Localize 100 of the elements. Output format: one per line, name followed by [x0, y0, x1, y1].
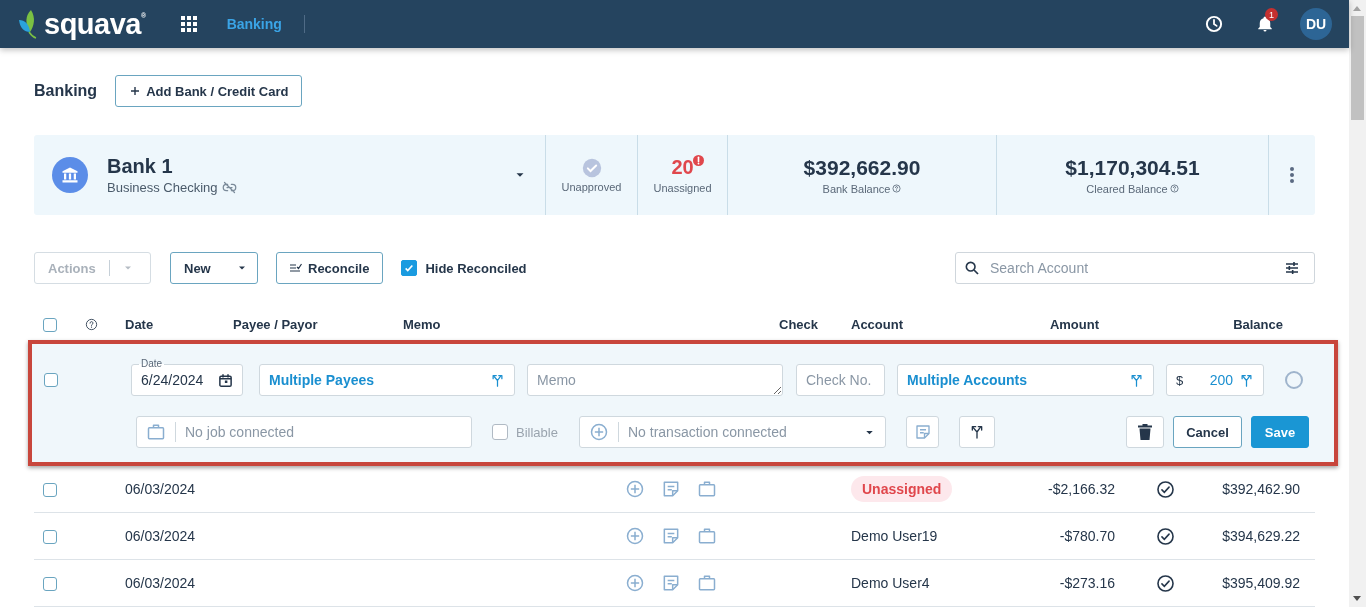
- balance-amount: $1,170,304.51: [1065, 155, 1200, 180]
- checkbox[interactable]: [43, 530, 57, 545]
- briefcase-icon: [146, 422, 166, 442]
- note-button[interactable]: [906, 416, 939, 448]
- note-icon[interactable]: [661, 526, 681, 546]
- briefcase-icon[interactable]: [697, 573, 717, 593]
- search-input[interactable]: Search Account: [988, 259, 1276, 277]
- new-dropdown[interactable]: New: [170, 252, 258, 284]
- amount-field[interactable]: $ 200: [1166, 364, 1264, 396]
- split-icon[interactable]: [490, 372, 505, 388]
- job-input[interactable]: No job connected: [185, 424, 462, 440]
- hide-reconciled-label: Hide Reconciled: [425, 260, 527, 276]
- help-icon: [1169, 184, 1179, 193]
- scrollbar[interactable]: [1349, 0, 1366, 607]
- add-circle-icon[interactable]: [625, 573, 645, 593]
- user-avatar[interactable]: DU: [1300, 8, 1332, 40]
- plus-icon: [130, 86, 141, 96]
- bank-name: Bank 1: [107, 155, 174, 178]
- transaction-dropdown[interactable]: No transaction connected: [579, 416, 886, 448]
- check-circle-icon[interactable]: [1155, 573, 1175, 593]
- delete-button[interactable]: [1126, 416, 1164, 448]
- calendar-icon[interactable]: [218, 372, 233, 388]
- date-cell: 06/03/2024: [125, 575, 196, 591]
- unassigned-count[interactable]: 20: [671, 156, 694, 178]
- balance-cell: $392,462.90: [1222, 481, 1300, 497]
- stat-label: Unassigned: [653, 182, 712, 194]
- date-cell: 06/03/2024: [125, 481, 196, 497]
- split-button[interactable]: [959, 416, 995, 448]
- alert-icon: [692, 155, 704, 166]
- amount-cell: -$273.16: [1059, 575, 1115, 591]
- checkbox[interactable]: [43, 483, 57, 498]
- column-header: Payee / Payor: [233, 316, 318, 332]
- split-icon: [969, 424, 985, 440]
- search-field[interactable]: Search Account: [955, 252, 1315, 284]
- trash-icon: [1138, 424, 1152, 440]
- column-header: Account: [851, 316, 903, 332]
- unlinked-chain-icon: [221, 180, 237, 195]
- account-type: Business Checking: [107, 180, 218, 195]
- bank-building-icon: [61, 166, 79, 184]
- column-header: Date: [125, 316, 154, 332]
- briefcase-icon[interactable]: [697, 479, 717, 499]
- transaction-input[interactable]: No transaction connected: [628, 424, 863, 440]
- filter-sliders-icon[interactable]: [1284, 260, 1300, 276]
- check-circle-icon[interactable]: [1155, 479, 1175, 499]
- reconcile-icon: [290, 263, 302, 273]
- more-options-icon[interactable]: [1289, 166, 1295, 184]
- stat-label: Bank Balance: [822, 182, 891, 195]
- checkbox[interactable]: [44, 373, 58, 387]
- balance-cell: $395,409.92: [1222, 575, 1300, 591]
- stat-label: Cleared Balance: [1086, 182, 1168, 195]
- banking-nav-link[interactable]: Banking: [226, 15, 305, 33]
- help-icon: [85, 317, 98, 331]
- help-icon: [892, 184, 902, 193]
- add-circle-icon[interactable]: [625, 526, 645, 546]
- date-label: Date: [139, 358, 165, 370]
- add-bank-button[interactable]: Add Bank / Credit Card: [115, 75, 303, 107]
- radio-button[interactable]: [1285, 371, 1303, 389]
- split-icon[interactable]: [1129, 372, 1144, 388]
- plus-circle-icon: [589, 422, 609, 442]
- billable-label: Billable: [516, 424, 558, 440]
- balance-cell: $394,629.22: [1222, 528, 1300, 544]
- memo-field[interactable]: Memo: [527, 364, 783, 396]
- balance-amount: $392,662.90: [803, 155, 921, 180]
- check-circle-icon[interactable]: [1155, 526, 1175, 546]
- search-icon: [964, 260, 980, 276]
- unassigned-tag[interactable]: Unassigned: [851, 476, 953, 502]
- amount-cell: -$780.70: [1059, 528, 1115, 544]
- column-header: Amount: [1049, 316, 1099, 332]
- page-title: Banking: [34, 82, 98, 100]
- date-cell: 06/03/2024: [125, 528, 196, 544]
- column-header: Memo: [403, 316, 441, 332]
- check-number-field[interactable]: Check No.: [796, 364, 885, 396]
- checkbox[interactable]: [492, 424, 508, 440]
- brand-logo-text: squava$^{®}$: [44, 9, 146, 39]
- clock-icon[interactable]: [1205, 15, 1223, 33]
- column-header: Balance: [1233, 316, 1283, 332]
- column-header: Check: [779, 316, 819, 332]
- split-icon[interactable]: [1239, 372, 1254, 388]
- save-button[interactable]: Save: [1251, 416, 1309, 448]
- notification-badge: 1: [1265, 8, 1278, 21]
- payee-field[interactable]: Multiple Payees: [259, 364, 515, 396]
- cancel-button[interactable]: Cancel: [1173, 416, 1242, 448]
- reconcile-button[interactable]: Reconcile: [276, 252, 384, 284]
- note-icon[interactable]: [661, 573, 681, 593]
- add-circle-icon[interactable]: [625, 479, 645, 499]
- account-name: Demo User19: [851, 528, 938, 544]
- approved-check-icon: [581, 157, 602, 178]
- stat-label: Unapproved: [561, 180, 622, 193]
- amount-cell: -$2,166.32: [1048, 481, 1115, 497]
- note-icon: [913, 423, 932, 441]
- apps-grid-icon[interactable]: [180, 16, 197, 32]
- briefcase-icon[interactable]: [697, 526, 717, 546]
- checkbox[interactable]: [43, 577, 57, 592]
- checkbox[interactable]: [401, 260, 418, 276]
- checkbox[interactable]: [43, 317, 57, 332]
- account-field[interactable]: Multiple Accounts: [897, 364, 1154, 396]
- job-field[interactable]: No job connected: [136, 416, 472, 448]
- checkmark-icon: [404, 263, 415, 273]
- note-icon[interactable]: [661, 479, 681, 499]
- account-name: Demo User4: [851, 575, 930, 591]
